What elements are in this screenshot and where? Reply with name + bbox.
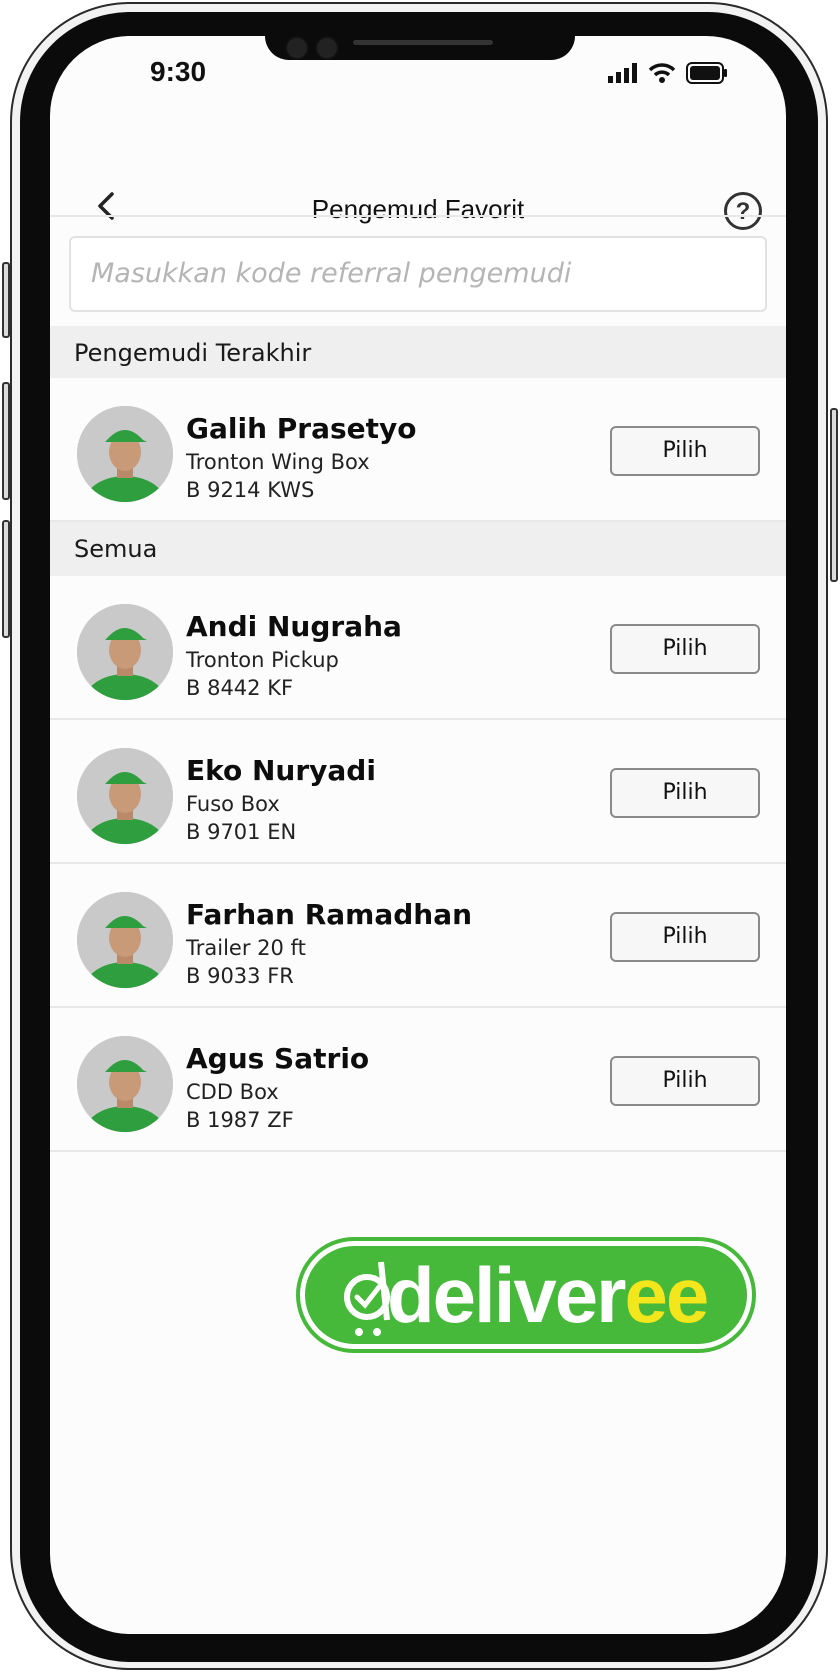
wifi-icon bbox=[648, 63, 676, 83]
logo-text-ee: ee bbox=[624, 1251, 709, 1339]
driver-plate: B 9701 EN bbox=[186, 820, 297, 844]
driver-vehicle: Tronton Pickup bbox=[186, 648, 339, 672]
avatar bbox=[77, 1036, 173, 1132]
select-driver-button[interactable]: Pilih bbox=[610, 912, 760, 962]
select-driver-button[interactable]: Pilih bbox=[610, 768, 760, 818]
driver-vehicle: CDD Box bbox=[186, 1080, 279, 1104]
deliveree-logo: deliveree bbox=[300, 1241, 752, 1349]
avatar bbox=[77, 604, 173, 700]
page-title: Pengemud Favorit bbox=[311, 194, 525, 224]
driver-row: Eko Nuryadi Fuso Box B 9701 EN Pilih bbox=[50, 720, 786, 862]
status-icons bbox=[608, 62, 728, 84]
driver-vehicle: Trailer 20 ft bbox=[186, 936, 306, 960]
driver-vehicle: Tronton Wing Box bbox=[186, 450, 370, 474]
help-icon[interactable]: ? bbox=[724, 192, 762, 230]
camera-icon bbox=[285, 36, 309, 60]
driver-row: Farhan Ramadhan Trailer 20 ft B 9033 FR Pil… bbox=[50, 864, 786, 1006]
driver-avatar-icon bbox=[77, 406, 173, 502]
referral-code-input[interactable]: Masukkan kode referral pengemudi bbox=[69, 236, 767, 312]
side-button-mute bbox=[2, 262, 10, 338]
driver-avatar-icon bbox=[77, 748, 173, 844]
signal-icon bbox=[608, 63, 637, 83]
select-driver-button[interactable]: Pilih bbox=[610, 624, 760, 674]
driver-row: Andi Nugraha Tronton Pickup B 8442 KF Pilih bbox=[50, 576, 786, 718]
driver-name: Farhan Ramadhan bbox=[186, 898, 473, 931]
avatar bbox=[77, 892, 173, 988]
status-time: 9:30 bbox=[150, 56, 207, 87]
select-driver-button[interactable]: Pilih bbox=[610, 1056, 760, 1106]
driver-plate: B 9033 FR bbox=[186, 964, 294, 988]
section-recent-drivers: Pengemudi Terakhir bbox=[50, 326, 786, 380]
avatar bbox=[77, 748, 173, 844]
phone-screen: 9:30 Pengemud Favorit ? Masukkan kode re… bbox=[50, 36, 786, 1634]
driver-name: Eko Nuryadi bbox=[186, 754, 376, 787]
side-button-volume-down bbox=[2, 520, 10, 638]
section-all-drivers: Semua bbox=[50, 522, 786, 576]
driver-row: Agus Satrio CDD Box B 1987 ZF Pilih bbox=[50, 1008, 786, 1150]
avatar bbox=[77, 406, 173, 502]
row-divider bbox=[50, 1150, 786, 1152]
driver-avatar-icon bbox=[77, 604, 173, 700]
driver-plate: B 9214 KWS bbox=[186, 478, 315, 502]
driver-vehicle: Fuso Box bbox=[186, 792, 280, 816]
logo-text-deliver: deliver bbox=[387, 1251, 626, 1339]
select-driver-button[interactable]: Pilih bbox=[610, 426, 760, 476]
side-button-volume-up bbox=[2, 382, 10, 500]
sensor-icon bbox=[315, 36, 339, 60]
speaker-grille bbox=[353, 40, 493, 45]
battery-icon bbox=[686, 62, 727, 84]
driver-row: Galih Prasetyo Tronton Wing Box B 9214 KWS… bbox=[50, 378, 786, 520]
nav-bar: Pengemud Favorit ? bbox=[50, 136, 786, 250]
driver-avatar-icon bbox=[77, 892, 173, 988]
header-divider bbox=[50, 215, 786, 217]
driver-name: Andi Nugraha bbox=[186, 610, 402, 643]
driver-plate: B 8442 KF bbox=[186, 676, 294, 700]
driver-name: Galih Prasetyo bbox=[186, 412, 417, 445]
notch bbox=[265, 36, 575, 60]
driver-name: Agus Satrio bbox=[186, 1042, 370, 1075]
driver-avatar-icon bbox=[77, 1036, 173, 1132]
side-button-power bbox=[830, 408, 838, 582]
driver-plate: B 1987 ZF bbox=[186, 1108, 294, 1132]
